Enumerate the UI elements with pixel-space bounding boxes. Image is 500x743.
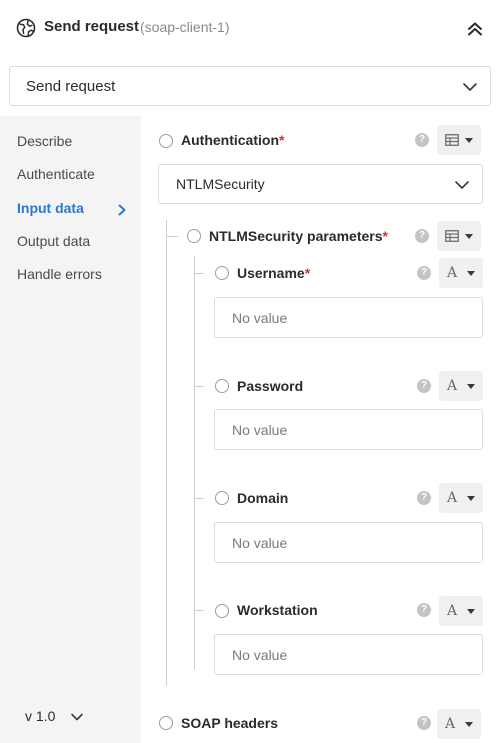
soap-headers-radio[interactable] xyxy=(159,716,173,730)
username-radio[interactable] xyxy=(215,266,229,280)
chevron-right-icon xyxy=(118,204,126,216)
text-type-icon: A xyxy=(447,603,458,619)
type-selector-button[interactable]: A xyxy=(439,371,483,401)
help-icon[interactable]: ? xyxy=(417,379,431,393)
type-selector-button[interactable]: A xyxy=(437,709,481,739)
sidebar-item-output-data[interactable]: Output data xyxy=(17,233,90,249)
caret-down-icon xyxy=(465,722,473,727)
chevron-down-icon xyxy=(463,83,477,91)
chevron-down-icon[interactable] xyxy=(70,710,84,724)
authentication-select-value: NTLMSecurity xyxy=(176,176,265,192)
tree-line xyxy=(194,610,204,611)
help-icon[interactable]: ? xyxy=(417,716,431,730)
type-selector-button[interactable]: A xyxy=(439,483,483,513)
help-icon[interactable]: ? xyxy=(417,491,431,505)
ntlm-parameters-label: NTLMSecurity parameters* xyxy=(209,228,388,244)
caret-down-icon xyxy=(465,138,473,143)
text-type-icon: A xyxy=(447,378,458,394)
sidebar-item-input-data[interactable]: Input data xyxy=(17,200,84,216)
workstation-radio[interactable] xyxy=(215,604,229,618)
sidebar: Describe Authenticate Input data Output … xyxy=(0,116,141,743)
password-input[interactable] xyxy=(214,409,483,450)
password-label: Password xyxy=(237,378,304,394)
workstation-input[interactable] xyxy=(214,634,483,675)
caret-down-icon xyxy=(467,384,475,389)
input-data-panel: Authentication* ? NTLMSecurity NTLMSecur… xyxy=(141,116,500,743)
step-title: Send request xyxy=(44,18,140,35)
tree-line xyxy=(194,273,204,274)
tree-line xyxy=(166,236,178,237)
type-selector-button[interactable]: A xyxy=(439,596,483,626)
caret-down-icon xyxy=(467,496,475,501)
double-chevron-up-icon[interactable] xyxy=(464,18,486,40)
authentication-label: Authentication* xyxy=(181,132,285,148)
tree-line xyxy=(194,386,204,387)
sidebar-item-authenticate[interactable]: Authenticate xyxy=(17,166,95,182)
sidebar-item-handle-errors[interactable]: Handle errors xyxy=(17,266,102,282)
help-icon[interactable]: ? xyxy=(417,266,431,280)
domain-label: Domain xyxy=(237,490,289,506)
username-input[interactable] xyxy=(214,297,483,338)
table-icon xyxy=(445,230,459,242)
tree-line xyxy=(194,498,204,499)
sidebar-item-describe[interactable]: Describe xyxy=(17,133,72,149)
username-label: Username* xyxy=(237,265,311,281)
authentication-radio[interactable] xyxy=(159,134,173,148)
authentication-select[interactable]: NTLMSecurity xyxy=(158,164,483,204)
help-icon[interactable]: ? xyxy=(415,133,429,147)
password-radio[interactable] xyxy=(215,379,229,393)
caret-down-icon xyxy=(467,271,475,276)
caret-down-icon xyxy=(467,609,475,614)
type-selector-button[interactable]: A xyxy=(439,258,483,288)
caret-down-icon xyxy=(465,234,473,239)
ntlm-parameters-radio[interactable] xyxy=(187,229,201,243)
action-select-value: Send request xyxy=(26,78,116,95)
step-id: (soap-client-1) xyxy=(140,19,230,35)
type-selector-button[interactable] xyxy=(437,221,481,251)
workstation-label: Workstation xyxy=(237,602,318,618)
domain-input[interactable] xyxy=(214,522,483,563)
table-icon xyxy=(445,134,459,146)
action-select[interactable]: Send request xyxy=(9,66,491,106)
globe-icon xyxy=(16,18,36,38)
chevron-down-icon xyxy=(455,181,469,189)
domain-radio[interactable] xyxy=(215,491,229,505)
header: Send request (soap-client-1) xyxy=(0,0,500,58)
tree-line xyxy=(194,256,195,670)
text-type-icon: A xyxy=(447,265,458,281)
action-select-area: Send request xyxy=(0,58,500,116)
text-type-icon: A xyxy=(447,490,458,506)
tree-line xyxy=(166,220,167,686)
version-selector[interactable]: v 1.0 xyxy=(25,708,55,724)
help-icon[interactable]: ? xyxy=(415,229,429,243)
soap-headers-label: SOAP headers xyxy=(181,715,279,731)
text-type-icon: A xyxy=(445,716,456,732)
help-icon[interactable]: ? xyxy=(417,603,431,617)
type-selector-button[interactable] xyxy=(437,125,481,155)
